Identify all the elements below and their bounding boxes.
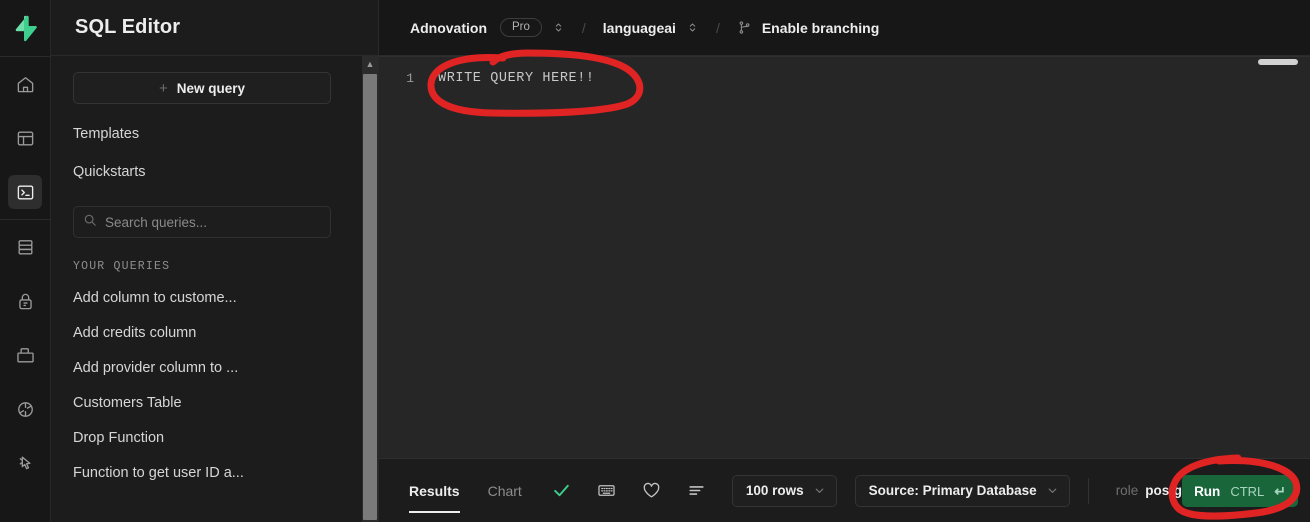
plan-badge: Pro xyxy=(500,18,542,37)
list-item[interactable]: Function to get user ID a... xyxy=(73,463,323,483)
search-input[interactable] xyxy=(105,214,305,230)
database-icon xyxy=(16,238,35,257)
sidebar-item-storage[interactable] xyxy=(8,338,42,372)
source-selector[interactable]: Source: Primary Database xyxy=(854,474,1070,507)
scrollbar-thumb[interactable] xyxy=(363,74,377,520)
new-query-button[interactable]: + New query xyxy=(73,72,331,104)
main-panel: Adnovation Pro / languageai / Enable bra… xyxy=(379,0,1310,522)
breadcrumb-project[interactable]: languageai xyxy=(603,20,676,36)
sql-code-editor[interactable]: 1 WRITE QUERY HERE!! xyxy=(379,56,1310,458)
breadcrumb-separator: / xyxy=(715,19,720,36)
list-item[interactable]: Add credits column xyxy=(73,323,323,343)
chevron-up-down-icon[interactable] xyxy=(552,21,565,34)
sql-editor-sidebar: SQL Editor + New query Templates Quickst… xyxy=(51,0,379,522)
list-icon[interactable] xyxy=(687,481,706,500)
sidebar-item-authentication[interactable] xyxy=(8,284,42,318)
sql-editor-icon xyxy=(16,183,35,202)
run-button[interactable]: Run CTRL ↵ xyxy=(1182,475,1298,507)
check-icon xyxy=(552,481,571,500)
auth-lock-icon xyxy=(16,292,35,311)
chevron-up-down-icon[interactable] xyxy=(686,21,699,34)
sidebar-item-quickstarts[interactable]: Quickstarts xyxy=(73,162,356,182)
new-query-label: New query xyxy=(176,80,246,96)
toolbar-divider xyxy=(1087,477,1089,504)
table-editor-icon xyxy=(16,129,35,148)
enter-return-icon: ↵ xyxy=(1274,482,1286,499)
advisors-cursor-icon xyxy=(16,454,35,473)
results-toolbar: Results Chart 100 rows Source: Primary D… xyxy=(379,458,1310,522)
role-prefix-label: role xyxy=(1115,483,1139,498)
rows-limit-selector[interactable]: 100 rows xyxy=(731,474,837,507)
home-icon xyxy=(16,75,35,94)
source-label: Source: Primary Database xyxy=(868,483,1037,498)
sql-editor-app: SQL Editor + New query Templates Quickst… xyxy=(0,0,1310,522)
sidebar-item-table-editor[interactable] xyxy=(8,121,42,155)
keyboard-icon[interactable] xyxy=(597,481,616,500)
breadcrumb-separator: / xyxy=(581,19,586,36)
search-queries-box[interactable] xyxy=(73,206,331,238)
sidebar-item-edge-functions[interactable] xyxy=(8,392,42,426)
tab-results[interactable]: Results xyxy=(409,459,460,522)
page-title: SQL Editor xyxy=(75,16,181,38)
list-item[interactable]: Add column to custome... xyxy=(73,288,323,308)
your-queries-label: YOUR QUERIES xyxy=(73,260,171,273)
heart-icon[interactable] xyxy=(642,481,661,500)
sidebar-item-templates[interactable]: Templates xyxy=(73,124,356,144)
primary-nav-rail xyxy=(0,0,51,522)
storage-folder-icon xyxy=(16,346,35,365)
sidebar-item-sql-editor[interactable] xyxy=(8,175,42,209)
run-label: Run xyxy=(1194,483,1221,499)
rows-limit-label: 100 rows xyxy=(745,483,804,498)
sidebar-item-database[interactable] xyxy=(8,230,42,264)
list-item[interactable]: Customers Table xyxy=(73,393,323,413)
sidebar-item-home[interactable] xyxy=(8,67,42,101)
sidebar-item-advisors[interactable] xyxy=(8,446,42,480)
tab-chart[interactable]: Chart xyxy=(488,459,522,522)
editor-horizontal-scrollbar[interactable] xyxy=(1258,59,1298,65)
plus-icon: + xyxy=(158,79,168,97)
chevron-down-icon xyxy=(813,484,826,497)
chevron-up-icon[interactable]: ▲ xyxy=(362,56,378,72)
sidebar-scrollbar[interactable]: ▲ xyxy=(362,56,378,522)
line-number: 1 xyxy=(406,71,414,86)
search-icon xyxy=(83,213,97,232)
chevron-down-icon xyxy=(1046,484,1059,497)
rail-divider-mid xyxy=(0,219,51,220)
query-text[interactable]: WRITE QUERY HERE!! xyxy=(423,69,595,88)
list-item[interactable]: Add provider column to ... xyxy=(73,358,323,378)
code-line: 1 WRITE QUERY HERE!! xyxy=(379,57,1310,88)
run-shortcut-label: CTRL xyxy=(1230,483,1265,499)
breadcrumb: Adnovation Pro / languageai / Enable bra… xyxy=(379,0,1310,56)
sidebar-body: + New query Templates Quickstarts YOUR Q… xyxy=(51,56,378,522)
enable-branching-button[interactable]: Enable branching xyxy=(762,20,879,36)
breadcrumb-organization[interactable]: Adnovation xyxy=(410,20,487,36)
list-item[interactable]: Drop Function xyxy=(73,428,323,448)
rail-item-list xyxy=(0,57,51,490)
supabase-lightning-logo[interactable] xyxy=(0,0,51,56)
git-branch-icon xyxy=(737,20,752,35)
sidebar-header: SQL Editor xyxy=(51,0,378,56)
edge-functions-icon xyxy=(16,400,35,419)
